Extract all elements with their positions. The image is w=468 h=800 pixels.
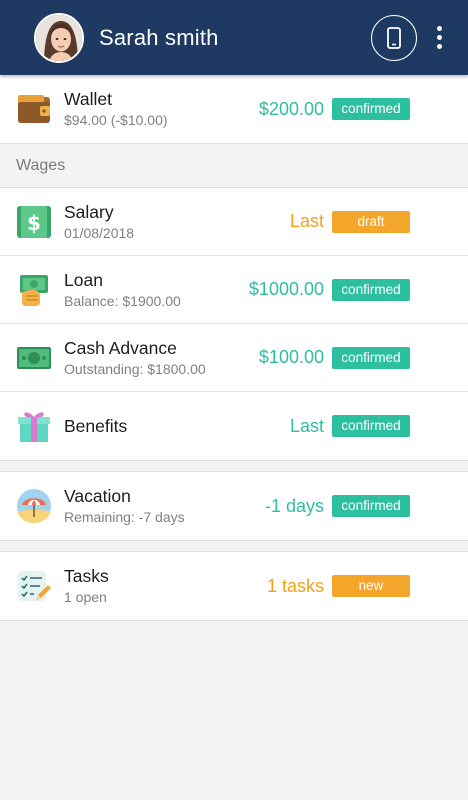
section-label-wages: Wages (0, 144, 468, 188)
status-badge: confirmed (332, 415, 410, 437)
app-header: Sarah smith (0, 0, 468, 75)
status-badge: draft (332, 210, 410, 233)
item-title: Benefits (64, 415, 128, 436)
wallet-icon (16, 91, 52, 127)
item-sub: 1 open (64, 589, 107, 605)
item-amount: Last (289, 211, 324, 231)
device-button[interactable] (371, 14, 417, 61)
beach-umbrella-icon (16, 488, 52, 524)
item-title: Salary (64, 201, 114, 222)
cash-icon (16, 340, 52, 376)
item-sub: Outstanding: $1800.00 (64, 360, 206, 377)
item-title: Cash Advance (64, 337, 177, 358)
item-title: Loan (64, 269, 103, 290)
item-amount: $100.00 (258, 347, 324, 367)
item-title: Vacation (64, 486, 131, 506)
item-amount: Last (289, 415, 324, 436)
item-title: Tasks (64, 566, 109, 586)
list-item-loan[interactable]: Loan Balance: $1900.00 $1000.00 confirme… (0, 256, 468, 324)
list-item-salary[interactable]: $ Salary 01/08/2018 Last draft (0, 188, 468, 256)
gift-icon (16, 408, 52, 444)
more-menu-icon[interactable] (429, 23, 449, 53)
money-hand-icon (16, 272, 52, 308)
status-badge: new (332, 575, 410, 597)
status-badge: confirmed (332, 98, 410, 120)
list-item-tasks[interactable]: Tasks 1 open 1 tasks new (0, 552, 468, 620)
status-badge: confirmed (332, 346, 410, 369)
item-amount: -1 days (264, 495, 324, 516)
item-sub: Remaining: -7 days (64, 509, 185, 525)
wallet-row[interactable]: Wallet $94.00 (-$10.00) $200.00 confirme… (0, 75, 468, 143)
list-item-cash-advance[interactable]: Cash Advance Outstanding: $1800.00 $100.… (0, 324, 468, 392)
svg-text:$: $ (27, 211, 41, 235)
list-item-vacation[interactable]: Vacation Remaining: -7 days -1 days conf… (0, 472, 468, 540)
list-item-benefits[interactable]: Benefits Last confirmed (0, 392, 468, 460)
phone-icon (387, 26, 401, 49)
tasks-card: Tasks 1 open 1 tasks new (0, 552, 468, 621)
wallet-amount: $200.00 (258, 98, 324, 119)
item-sub: Balance: $1900.00 (64, 292, 181, 309)
wallet-balance: $94.00 (-$10.00) (64, 112, 168, 128)
item-sub: 01/08/2018 (64, 224, 135, 241)
wages-card: $ Salary 01/08/2018 Last draft Loan Bala… (0, 188, 468, 461)
item-amount: $1000.00 (248, 279, 324, 299)
section-divider (0, 461, 468, 472)
vacation-card: Vacation Remaining: -7 days -1 days conf… (0, 472, 468, 541)
avatar[interactable] (34, 12, 84, 63)
user-name: Sarah smith (99, 24, 219, 50)
dollar-bill-icon: $ (16, 204, 52, 240)
section-divider (0, 541, 468, 552)
item-amount: 1 tasks (266, 575, 324, 596)
status-badge: confirmed (332, 278, 410, 301)
wallet-card: Wallet $94.00 (-$10.00) $200.00 confirme… (0, 75, 468, 144)
wallet-title: Wallet (64, 89, 112, 109)
status-badge: confirmed (332, 495, 410, 517)
checklist-icon (16, 568, 52, 604)
